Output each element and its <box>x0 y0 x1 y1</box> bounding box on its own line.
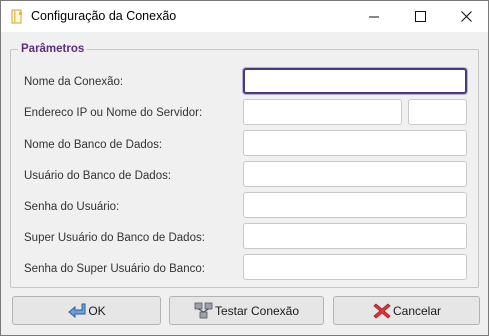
database-name-input[interactable] <box>243 130 467 156</box>
super-user-input[interactable] <box>243 223 467 249</box>
maximize-button[interactable] <box>397 1 443 32</box>
database-user-label: Usuário do Banco de Dados: <box>24 170 172 182</box>
title-bar[interactable]: Configuração da Conexão <box>1 1 488 32</box>
ok-arrow-icon <box>67 302 87 320</box>
database-user-input[interactable] <box>243 161 467 187</box>
server-address-input[interactable] <box>243 99 402 125</box>
cancel-x-icon <box>372 302 392 320</box>
cancel-button-label: Cancelar <box>392 303 442 318</box>
ok-button[interactable]: OK <box>12 296 161 325</box>
super-user-password-label: Senha do Super Usuário do Banco: <box>24 263 205 275</box>
app-window-icon <box>10 9 24 24</box>
cancel-button[interactable]: Cancelar <box>333 296 480 325</box>
close-button[interactable] <box>443 1 489 32</box>
server-port-input[interactable] <box>408 99 467 125</box>
test-connection-label: Testar Conexão <box>214 303 300 318</box>
user-password-input[interactable] <box>243 192 467 218</box>
network-test-icon <box>194 302 214 320</box>
test-connection-button[interactable]: Testar Conexão <box>169 296 324 325</box>
close-icon <box>460 11 472 22</box>
minimize-button[interactable] <box>351 1 397 32</box>
server-address-label: Endereco IP ou Nome do Servidor: <box>24 107 203 119</box>
super-user-password-input[interactable] <box>243 254 467 280</box>
parameters-legend: Parâmetros <box>18 42 88 57</box>
super-user-label: Super Usuário do Banco de Dados: <box>24 232 205 244</box>
minimize-icon <box>369 16 379 17</box>
connection-name-input[interactable] <box>243 68 467 94</box>
database-name-label: Nome do Banco de Dados: <box>24 139 163 151</box>
ok-button-label: OK <box>88 303 106 318</box>
connection-name-label: Nome da Conexão: <box>24 76 124 88</box>
connection-config-dialog: Configuração da Conexão Parâmetros Nome … <box>0 0 489 336</box>
maximize-icon <box>414 11 426 22</box>
window-title: Configuração da Conexão <box>31 9 177 23</box>
user-password-label: Senha do Usuário: <box>24 201 120 213</box>
